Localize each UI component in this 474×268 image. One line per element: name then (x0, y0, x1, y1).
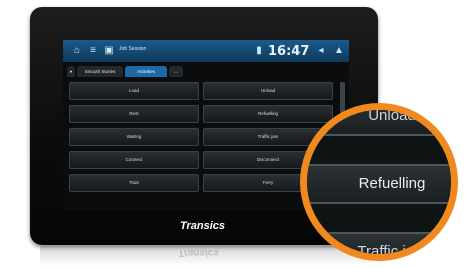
brand-reflection: Transics (178, 247, 219, 258)
truck-icon: ▣ (104, 45, 114, 56)
user-icon[interactable]: ● (67, 66, 75, 77)
top-bar: ⌂ ≡ ▣ Job Session ▮ 16:47 ◂ ▲ (63, 40, 349, 62)
tab-more[interactable]: … (169, 66, 183, 77)
alert-icon[interactable]: ▲ (333, 45, 345, 57)
magnified-unload-button: Unload (307, 110, 451, 136)
brand-logo: Transics (180, 220, 226, 232)
topbar-title: Job Session (119, 46, 147, 52)
tab-bar: ● Smooth Stories Activities … (63, 64, 349, 78)
magnifier-callout: Unload Refuelling Traffic jam (300, 103, 458, 261)
clock: 16:47 (268, 44, 310, 59)
unload-button[interactable]: Unload (203, 82, 333, 100)
connect-button[interactable]: Connect (69, 151, 199, 169)
settings-icon[interactable]: ◂ (315, 45, 327, 57)
train-button[interactable]: Train (69, 174, 199, 192)
tab-smooth-stories[interactable]: Smooth Stories (77, 66, 123, 77)
menu-icon[interactable]: ≡ (87, 45, 99, 57)
tab-activities[interactable]: Activities (125, 66, 167, 77)
rest-button[interactable]: Rest (69, 105, 199, 123)
magnifier-lens: Unload Refuelling Traffic jam (307, 110, 451, 254)
waiting-button[interactable]: Waiting (69, 128, 199, 146)
magnified-traffic-jam-button: Traffic jam (307, 232, 451, 254)
home-icon[interactable]: ⌂ (71, 45, 83, 57)
signal-icon: ▮ (256, 45, 262, 56)
load-button[interactable]: Load (69, 82, 199, 100)
magnified-refuelling-button: Refuelling (307, 164, 451, 204)
